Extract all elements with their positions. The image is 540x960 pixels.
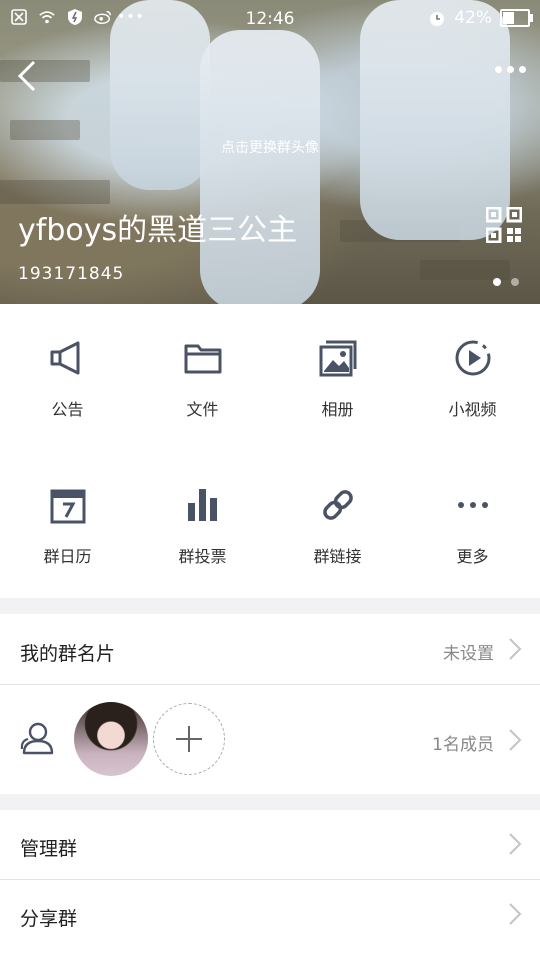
- page-dot: [511, 278, 519, 286]
- chevron-right-icon: [509, 729, 522, 751]
- chevron-right-icon: [509, 833, 522, 855]
- battery-fill: [503, 12, 514, 24]
- photo-page-indicator: [493, 278, 519, 286]
- battery-icon: [500, 9, 533, 27]
- feature-label: 群投票: [178, 547, 227, 566]
- back-button[interactable]: [12, 58, 48, 94]
- my-group-card-value: 未设置: [443, 644, 494, 664]
- more-options-button[interactable]: [495, 66, 526, 73]
- plus-icon: [176, 726, 202, 752]
- feature-announcement[interactable]: 公告: [0, 338, 135, 420]
- megaphone-icon: [50, 341, 79, 375]
- qr-code-icon: [485, 206, 523, 244]
- manage-group-row[interactable]: 管理群: [0, 810, 540, 879]
- link-icon: [322, 490, 353, 520]
- feature-short-video[interactable]: 小视频: [405, 338, 540, 420]
- add-member-button[interactable]: [153, 703, 225, 775]
- folder-icon: [184, 344, 221, 374]
- manage-group-label: 管理群: [20, 838, 78, 860]
- bar-chart-icon: [187, 489, 217, 521]
- alarm-icon: [428, 9, 446, 27]
- feature-files[interactable]: 文件: [135, 338, 270, 420]
- group-name: yfboys的黑道三公主: [18, 213, 298, 248]
- status-bar: ••• 12:46 42%: [0, 0, 540, 36]
- feature-calendar[interactable]: 群日历: [0, 485, 135, 567]
- video-icon: [455, 340, 490, 376]
- group-header-photo[interactable]: ••• 12:46 42% 点击更换群头像 yfboys的黑道三公主 19317…: [0, 0, 540, 304]
- photo-figure: [200, 30, 320, 304]
- feature-label: 文件: [186, 400, 219, 419]
- qr-code-button[interactable]: [485, 206, 523, 244]
- feature-album[interactable]: 相册: [270, 338, 405, 420]
- page-dot: [493, 278, 501, 286]
- share-group-label: 分享群: [20, 908, 78, 930]
- battery-percent: 42%: [454, 8, 492, 28]
- feature-label: 相册: [321, 400, 354, 419]
- feature-link[interactable]: 群链接: [270, 485, 405, 567]
- feature-label: 群日历: [43, 547, 92, 566]
- my-group-card-label: 我的群名片: [20, 643, 116, 665]
- my-group-card-row[interactable]: 我的群名片 未设置: [0, 614, 540, 684]
- photo-detail: [0, 180, 110, 204]
- feature-more[interactable]: 更多: [405, 485, 540, 567]
- share-group-row[interactable]: 分享群: [0, 880, 540, 960]
- feature-label: 小视频: [448, 400, 497, 419]
- feature-vote[interactable]: 群投票: [135, 485, 270, 567]
- group-id: 193171845: [18, 264, 125, 284]
- chevron-right-icon: [509, 903, 522, 925]
- member-count: 1名成员: [432, 735, 494, 755]
- photo-detail: [420, 260, 510, 280]
- feature-grid: 公告 文件 相册 小视频 群日历 群投票 群链接 更多: [0, 304, 540, 598]
- chevron-left-icon: [17, 60, 36, 92]
- member-avatar[interactable]: [74, 702, 148, 776]
- feature-label: 更多: [456, 547, 489, 566]
- members-icon: [20, 722, 54, 755]
- calendar-icon: [50, 489, 85, 524]
- chevron-right-icon: [509, 638, 522, 660]
- album-icon: [319, 340, 356, 377]
- feature-label: 群链接: [313, 547, 362, 566]
- feature-label: 公告: [51, 400, 84, 419]
- change-avatar-hint[interactable]: 点击更换群头像: [0, 137, 540, 157]
- more-dots-icon: [457, 502, 488, 508]
- photo-figure: [360, 0, 510, 240]
